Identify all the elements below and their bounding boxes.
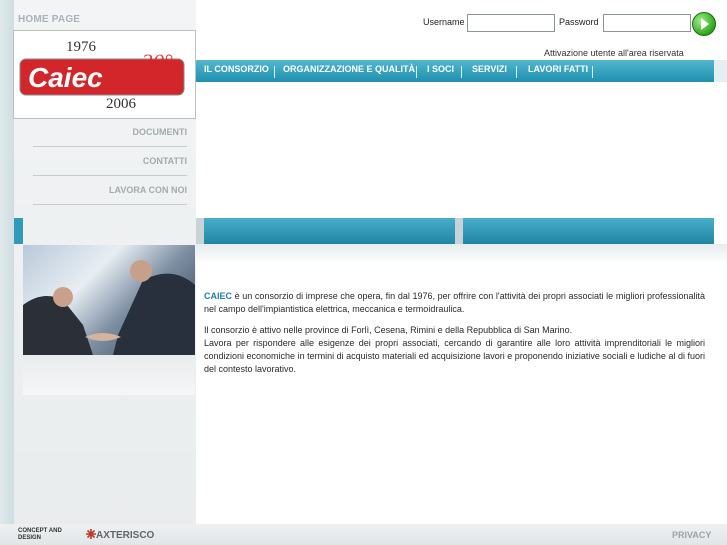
- sidebar-divider: [33, 175, 187, 176]
- password-label: Password: [559, 17, 599, 27]
- privacy-link[interactable]: PRIVACY: [672, 530, 711, 540]
- nav-separator: [516, 66, 517, 78]
- nav-separator: [461, 66, 462, 78]
- agency-name: AXTERISCO: [96, 530, 155, 541]
- nav-separator: [416, 66, 417, 78]
- handshake-photo: [23, 245, 195, 355]
- logo-year-bottom: 2006: [106, 96, 137, 112]
- details-line2: Lavora per rispondere alle esigenze dei …: [204, 338, 705, 374]
- concept-design-label: CONCEPT AND DESIGN: [18, 528, 62, 542]
- logo-year-top: 1976: [66, 39, 97, 55]
- banner-divider: [455, 218, 463, 244]
- agency-link[interactable]: AXTERISCO: [86, 529, 154, 541]
- home-page-link[interactable]: HOME PAGE: [18, 14, 80, 25]
- banner-shadow: [196, 244, 727, 264]
- main-content: CAIEC è un consorzio di imprese che oper…: [204, 290, 705, 384]
- username-input[interactable]: [467, 14, 555, 32]
- username-label: Username: [423, 17, 465, 27]
- nav-end: [714, 60, 727, 82]
- nav-separator: [274, 66, 275, 78]
- sidebar-item-documenti[interactable]: DOCUMENTI: [37, 127, 188, 137]
- sidebar-item-lavora-con-noi[interactable]: LAVORA CON NOI: [37, 185, 187, 195]
- caiec-logo-icon: 1976 Caiec 30° 2006: [19, 39, 185, 112]
- details-line1: Il consorzio è attivo nelle province di …: [204, 325, 573, 335]
- concept-line2: DESIGN: [18, 535, 42, 541]
- nav-item-servizi[interactable]: SERVIZI: [472, 64, 507, 74]
- left-border: [0, 0, 14, 545]
- brand-name: CAIEC: [204, 291, 233, 301]
- banner-divider: [196, 218, 204, 244]
- sidebar-divider: [33, 146, 187, 147]
- nav-item-il-consorzio[interactable]: IL CONSORZIO: [204, 64, 269, 74]
- photo-shadow: [23, 355, 195, 395]
- nav-item-organizzazione[interactable]: ORGANIZZAZIONE E QUALITÀ: [283, 64, 415, 74]
- login-go-button[interactable]: [692, 12, 716, 36]
- password-input[interactable]: [603, 14, 691, 32]
- nav-item-i-soci[interactable]: I SOCI: [427, 64, 454, 74]
- concept-line1: CONCEPT AND: [18, 528, 62, 534]
- logo[interactable]: 1976 Caiec 30° 2006: [13, 30, 196, 119]
- sidebar-divider: [33, 204, 187, 205]
- details-paragraph: Il consorzio è attivo nelle province di …: [204, 324, 705, 376]
- intro-paragraph: CAIEC è un consorzio di imprese che oper…: [204, 290, 705, 316]
- banner-left: [14, 218, 23, 244]
- sidebar-item-contatti[interactable]: CONTATTI: [37, 156, 187, 166]
- play-arrow-icon: [701, 18, 709, 30]
- activation-link[interactable]: Attivazione utente all'area riservata: [544, 48, 684, 58]
- asterisk-icon: [86, 529, 96, 539]
- intro-text: è un consorzio di imprese che opera, fin…: [204, 291, 705, 314]
- logo-anniversary: 30°: [141, 49, 173, 74]
- logo-name: Caiec: [28, 62, 103, 93]
- nav-item-lavori-fatti[interactable]: LAVORI FATTI: [528, 64, 588, 74]
- nav-separator: [592, 66, 593, 78]
